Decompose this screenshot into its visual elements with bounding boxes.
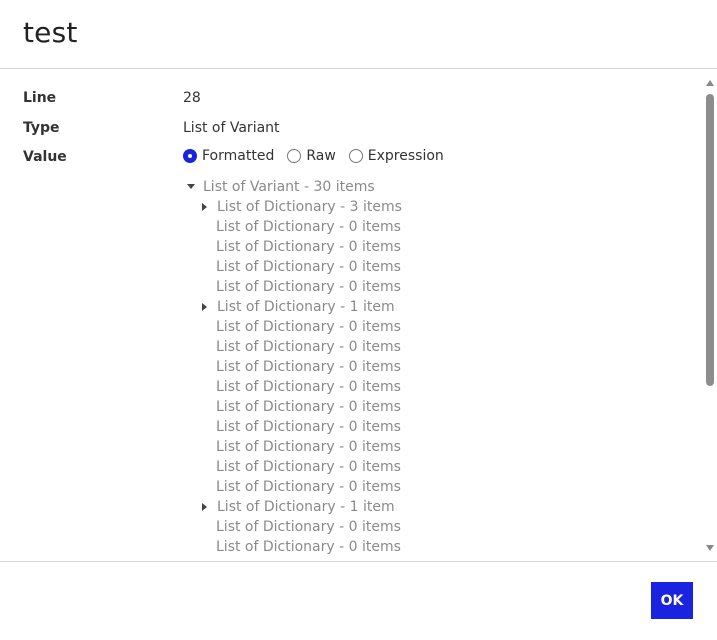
radio-label: Formatted	[202, 148, 275, 164]
tree-item: List of Dictionary - 0 items	[187, 397, 402, 417]
tree-item-label: List of Dictionary - 0 items	[216, 259, 401, 275]
scroll-up-arrow-icon[interactable]	[706, 80, 714, 86]
tree-item: List of Dictionary - 0 items	[187, 517, 402, 537]
tree-item-label: List of Dictionary - 3 items	[217, 199, 402, 215]
tree-item: List of Dictionary - 0 items	[187, 377, 402, 397]
scroll-thumb[interactable]	[706, 94, 714, 386]
tree-item[interactable]: List of Dictionary - 3 items	[187, 197, 402, 217]
tree-item-label: List of Dictionary - 0 items	[216, 419, 401, 435]
tree-item: List of Dictionary - 0 items	[187, 357, 402, 377]
tree-item-label: List of Dictionary - 1 item	[217, 499, 395, 515]
tree-item[interactable]: List of Dictionary - 1 item	[187, 297, 402, 317]
dialog-header: test	[0, 0, 717, 69]
dialog-content: Line 28 Type List of Variant Value Forma…	[0, 70, 717, 561]
tree-item: List of Dictionary - 0 items	[187, 277, 402, 297]
tree-item-label: List of Dictionary - 0 items	[216, 439, 401, 455]
tree-item-label: List of Dictionary - 0 items	[216, 539, 401, 555]
value-label: Value	[23, 149, 67, 165]
tree-item-label: List of Dictionary - 0 items	[216, 239, 401, 255]
tree-item: List of Dictionary - 0 items	[187, 457, 402, 477]
value-format-radio-group: Formatted Raw Expression	[183, 147, 457, 165]
tree-item-label: List of Dictionary - 0 items	[216, 379, 401, 395]
tree-item-label: List of Dictionary - 0 items	[216, 219, 401, 235]
tree-item: List of Dictionary - 0 items	[187, 257, 402, 277]
scroll-down-arrow-icon[interactable]	[706, 545, 714, 551]
line-value: 28	[183, 90, 201, 106]
tree-item: List of Dictionary - 0 items	[187, 417, 402, 437]
tree-item-label: List of Dictionary - 0 items	[216, 279, 401, 295]
tree-item: List of Dictionary - 0 items	[187, 437, 402, 457]
tree-item-label: List of Dictionary - 0 items	[216, 339, 401, 355]
caret-down-icon[interactable]	[187, 183, 195, 191]
radio-button[interactable]	[348, 149, 363, 163]
dialog-footer: OK	[0, 561, 717, 640]
tree-item-label: List of Dictionary - 0 items	[216, 519, 401, 535]
caret-right-icon[interactable]	[201, 303, 209, 311]
radio-button[interactable]	[287, 149, 302, 163]
tree-item: List of Dictionary - 0 items	[187, 317, 402, 337]
tree-item: List of Dictionary - 0 items	[187, 537, 402, 557]
tree-item-label: List of Dictionary - 0 items	[216, 359, 401, 375]
line-label: Line	[23, 90, 57, 106]
tree-item: List of Dictionary - 0 items	[187, 477, 402, 497]
radio-label: Raw	[306, 148, 336, 164]
tree-root-label: List of Variant - 30 items	[203, 179, 375, 195]
tree-item: List of Dictionary - 0 items	[187, 337, 402, 357]
tree-root[interactable]: List of Variant - 30 items	[187, 177, 402, 197]
tree-item: List of Dictionary - 0 items	[187, 217, 402, 237]
tree-item: List of Dictionary - 0 items	[187, 237, 402, 257]
type-label: Type	[23, 120, 60, 136]
tree-items: List of Dictionary - 3 items List of Dict…	[187, 197, 402, 557]
caret-right-icon[interactable]	[201, 503, 209, 511]
ok-button[interactable]: OK	[651, 582, 693, 619]
type-value: List of Variant	[183, 120, 280, 136]
tree-item-label: List of Dictionary - 0 items	[216, 319, 401, 335]
caret-right-icon[interactable]	[201, 203, 209, 211]
tree-item-label: List of Dictionary - 0 items	[216, 399, 401, 415]
tree-item-label: List of Dictionary - 1 item	[217, 299, 395, 315]
tree-item-label: List of Dictionary - 0 items	[216, 459, 401, 475]
dialog-title: test	[23, 16, 78, 49]
vertical-scrollbar[interactable]	[703, 76, 717, 562]
tree-item[interactable]: List of Dictionary - 1 item	[187, 497, 402, 517]
value-tree: List of Variant - 30 items List of Dicti…	[187, 177, 402, 557]
radio-label: Expression	[367, 148, 444, 164]
radio-raw[interactable]: Raw	[287, 148, 336, 164]
radio-expression[interactable]: Expression	[348, 148, 444, 164]
radio-button[interactable]	[183, 149, 197, 163]
tree-item-label: List of Dictionary - 0 items	[216, 479, 401, 495]
radio-formatted[interactable]: Formatted	[183, 148, 274, 164]
